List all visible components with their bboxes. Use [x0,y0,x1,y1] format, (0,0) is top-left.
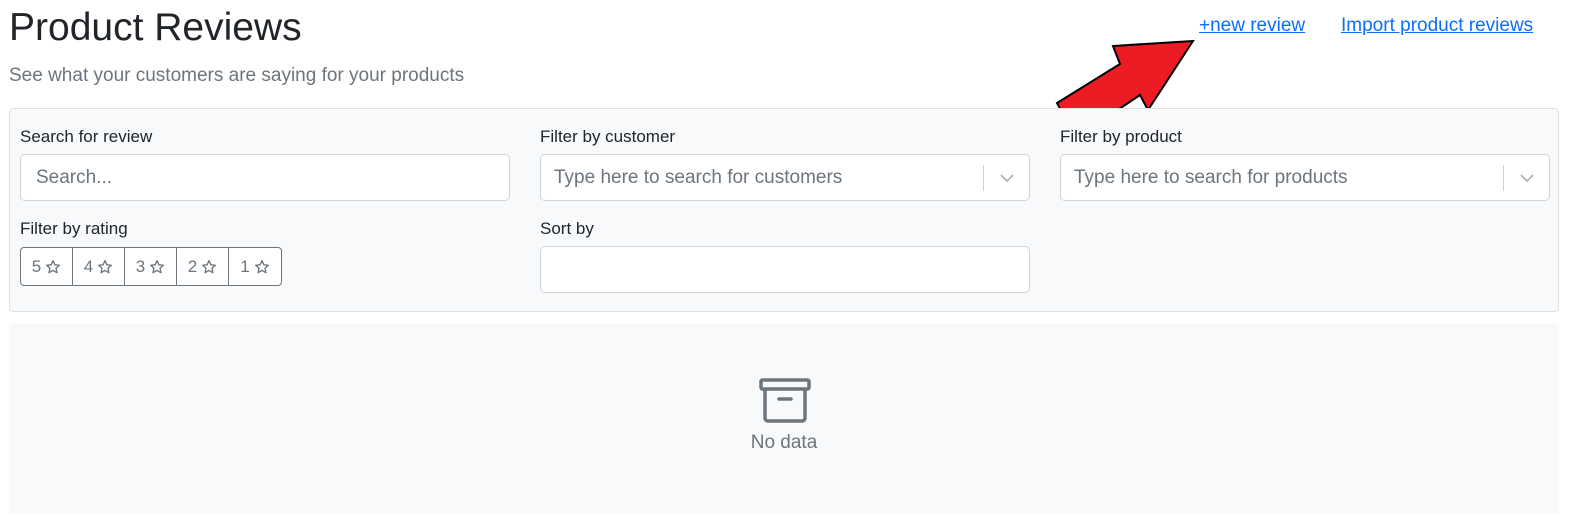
star-icon [202,259,217,273]
product-select-placeholder: Type here to search for products [1074,167,1348,188]
rating-3-button[interactable]: 3 [125,248,177,285]
search-input[interactable] [20,154,510,201]
filter-panel: Search for review Filter by customer Typ… [9,108,1559,312]
import-product-reviews-link[interactable]: Import product reviews [1341,14,1533,38]
customer-select-placeholder: Type here to search for customers [554,167,843,188]
rating-filter-group: 5 4 3 2 1 [20,247,282,286]
chevron-down-icon[interactable] [984,173,1029,183]
product-select[interactable]: Type here to search for products [1060,154,1550,201]
rating-1-button[interactable]: 1 [229,248,281,285]
search-label: Search for review [20,127,153,146]
rating-5-button[interactable]: 5 [21,248,73,285]
rating-4-button[interactable]: 4 [73,248,125,285]
page-title: Product Reviews [9,6,302,49]
customer-select[interactable]: Type here to search for customers [540,154,1030,201]
no-data-text: No data [750,432,818,453]
rating-value: 4 [83,256,94,276]
sort-by-select[interactable] [540,246,1030,293]
rating-2-button[interactable]: 2 [177,248,229,285]
rating-value: 3 [135,256,146,276]
page-subtitle: See what your customers are saying for y… [9,65,465,86]
sort-by-label: Sort by [540,219,594,238]
rating-value: 2 [187,256,198,276]
rating-filter-label: Filter by rating [20,219,128,238]
star-icon [254,259,269,273]
archive-box-icon [759,378,811,423]
star-icon [98,259,113,273]
star-icon [46,259,61,273]
product-filter-label: Filter by product [1060,127,1182,146]
new-review-link[interactable]: +new review [1199,14,1305,38]
empty-state-panel: No data [9,324,1559,514]
chevron-down-icon[interactable] [1504,173,1549,183]
rating-value: 1 [240,256,250,276]
rating-value: 5 [31,256,42,276]
star-icon [150,259,165,273]
customer-filter-label: Filter by customer [540,127,676,146]
